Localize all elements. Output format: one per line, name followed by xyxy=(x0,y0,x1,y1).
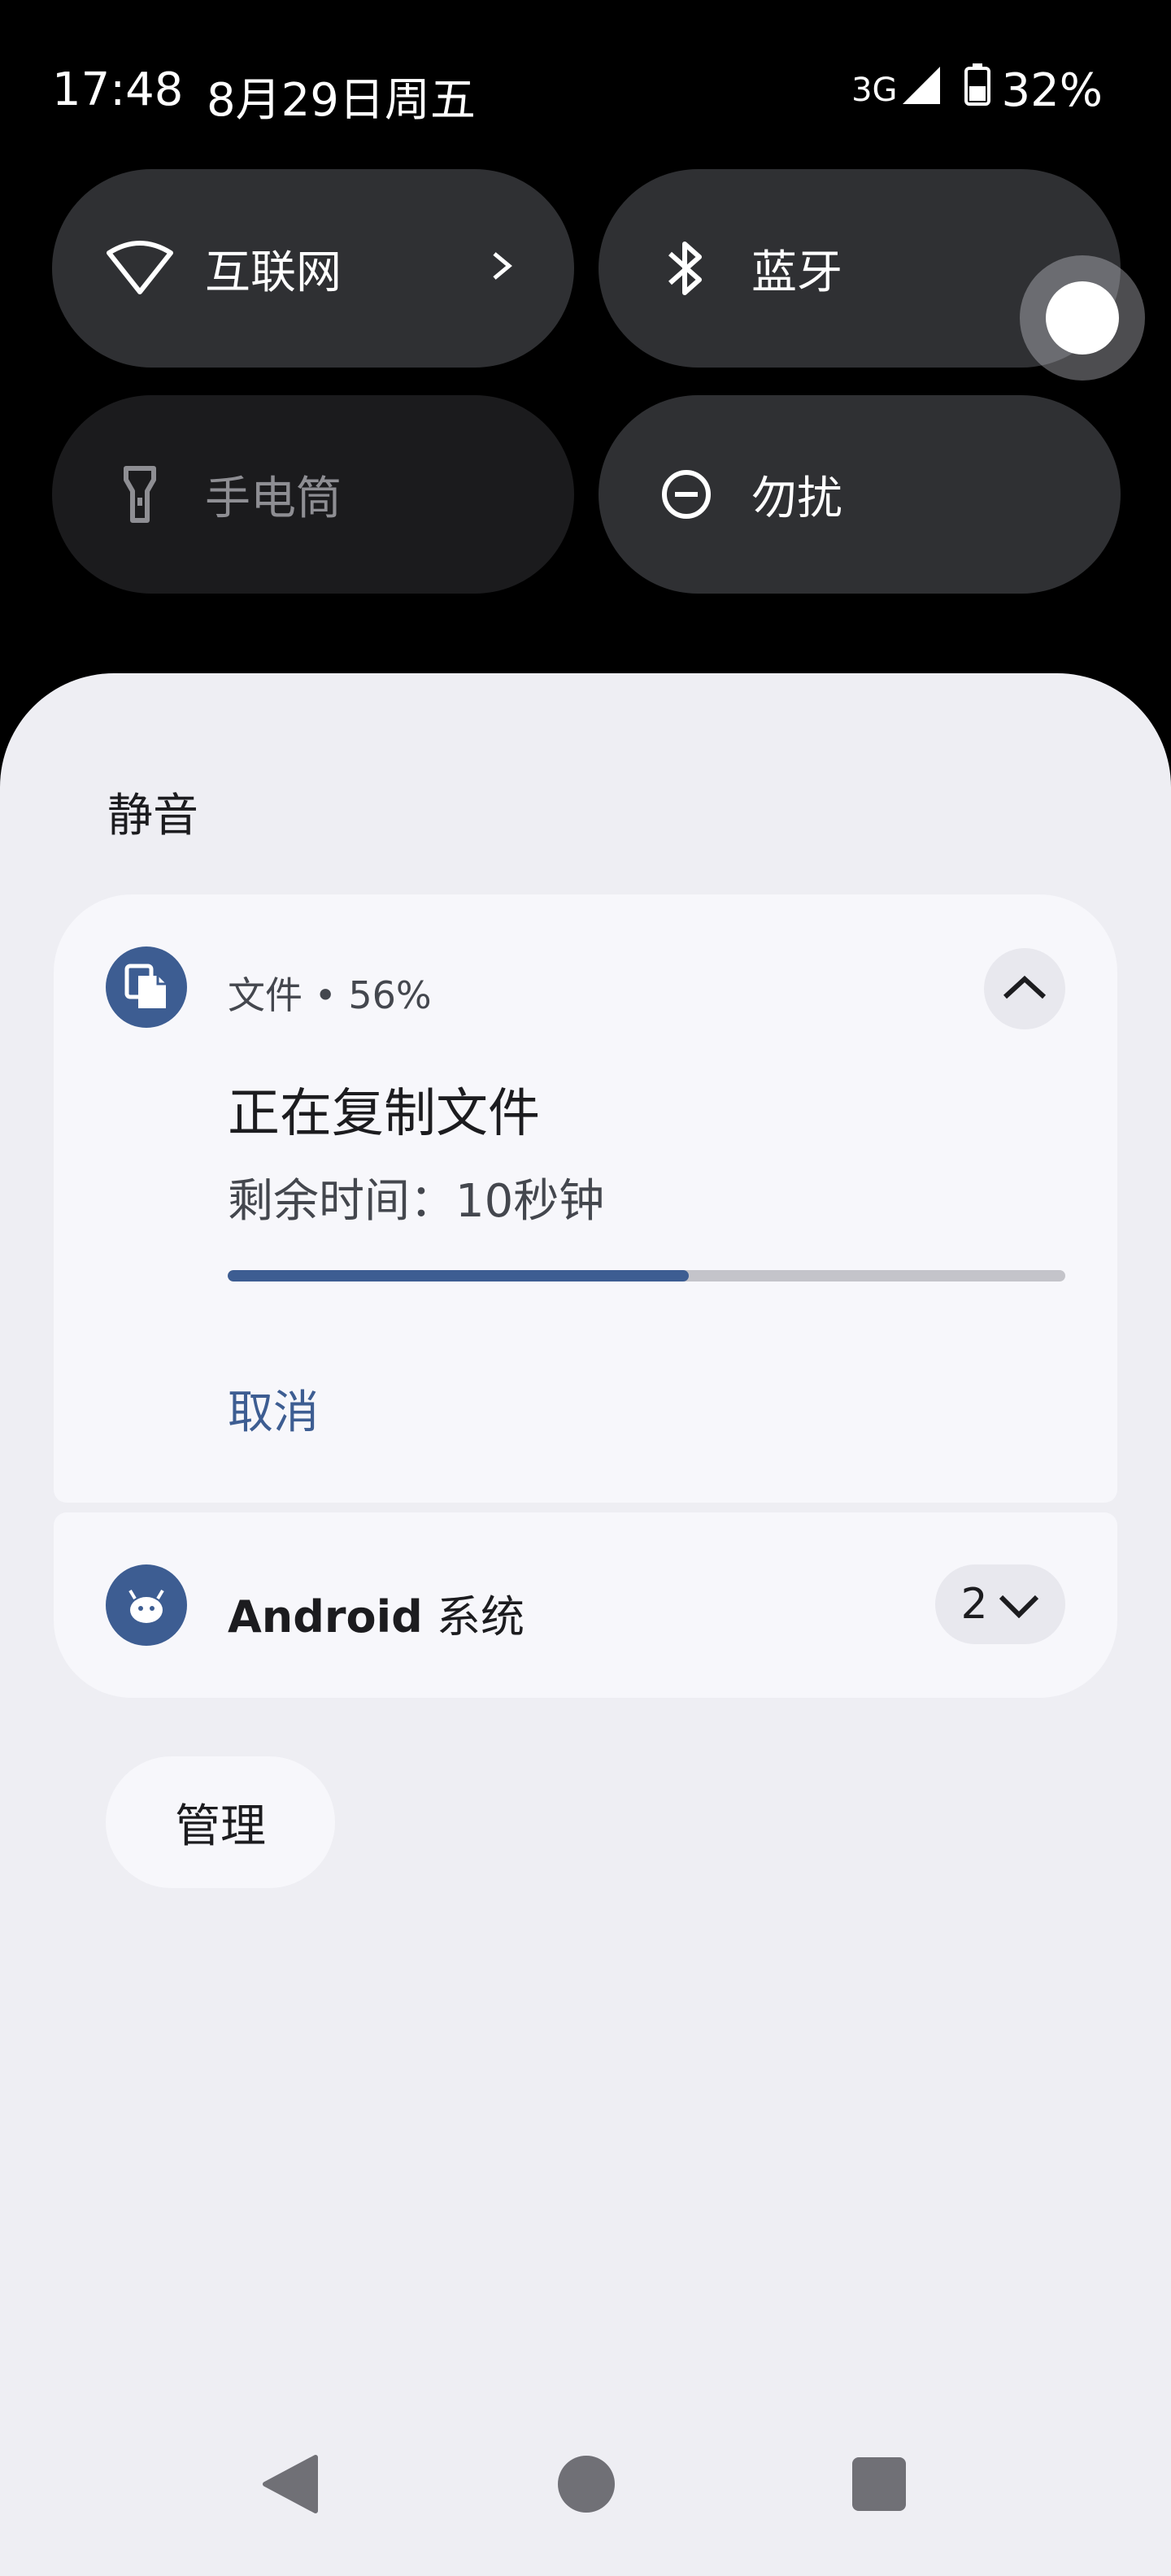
notification-count: 2 xyxy=(960,1580,988,1629)
notification-app-name: Android 系统 xyxy=(228,1581,525,1645)
chevron-right-icon xyxy=(490,241,514,294)
tile-label: 勿扰 xyxy=(751,472,842,525)
notification-text: 剩余时间：10秒钟 xyxy=(228,1175,605,1228)
notification-app-meta: 文件 • 56% xyxy=(228,973,432,1017)
tile-do-not-disturb[interactable]: 勿扰 xyxy=(599,395,1121,594)
notification-title: 正在复制文件 xyxy=(228,1084,540,1144)
section-title-silent: 静音 xyxy=(107,790,198,842)
touch-indicator-dot xyxy=(1046,281,1119,355)
wifi-icon xyxy=(104,233,176,304)
flashlight-icon xyxy=(104,459,176,530)
signal-icon xyxy=(901,64,942,117)
files-app-icon xyxy=(106,946,187,1028)
app-name-cn: 系统 xyxy=(436,1591,525,1643)
tile-label: 互联网 xyxy=(205,246,342,299)
tile-label: 手电筒 xyxy=(205,472,342,525)
tile-label: 蓝牙 xyxy=(751,246,842,299)
do-not-disturb-icon xyxy=(651,459,722,530)
manage-button[interactable]: 管理 xyxy=(106,1756,335,1888)
battery-icon xyxy=(964,63,990,117)
nav-back-button[interactable] xyxy=(262,2454,319,2517)
status-indicators: 3G 32% xyxy=(851,63,1103,117)
app-name-latin: Android xyxy=(228,1591,423,1643)
nav-home-button[interactable] xyxy=(558,2456,615,2513)
chevron-down-icon xyxy=(998,1580,1040,1629)
expand-count-button[interactable]: 2 xyxy=(935,1564,1065,1644)
tile-flashlight[interactable]: 手电筒 xyxy=(52,395,574,594)
tile-internet[interactable]: 互联网 xyxy=(52,169,574,368)
battery-percent: 32% xyxy=(1001,63,1103,117)
status-time: 17:48 xyxy=(52,63,184,116)
chevron-up-icon xyxy=(1002,974,1047,1003)
android-system-icon xyxy=(106,1564,187,1646)
status-bar: 17:48 8月29日周五 3G 32% xyxy=(0,0,1171,171)
bluetooth-icon xyxy=(651,233,722,304)
back-triangle-icon xyxy=(262,2455,319,2517)
network-type: 3G xyxy=(851,72,898,109)
copy-progress-bar xyxy=(228,1270,1065,1281)
cancel-button[interactable]: 取消 xyxy=(228,1376,319,1442)
collapse-button[interactable] xyxy=(984,948,1065,1029)
status-date: 8月29日周五 xyxy=(207,74,476,127)
copy-progress-fill xyxy=(228,1270,689,1281)
nav-recents-button[interactable] xyxy=(852,2457,906,2511)
